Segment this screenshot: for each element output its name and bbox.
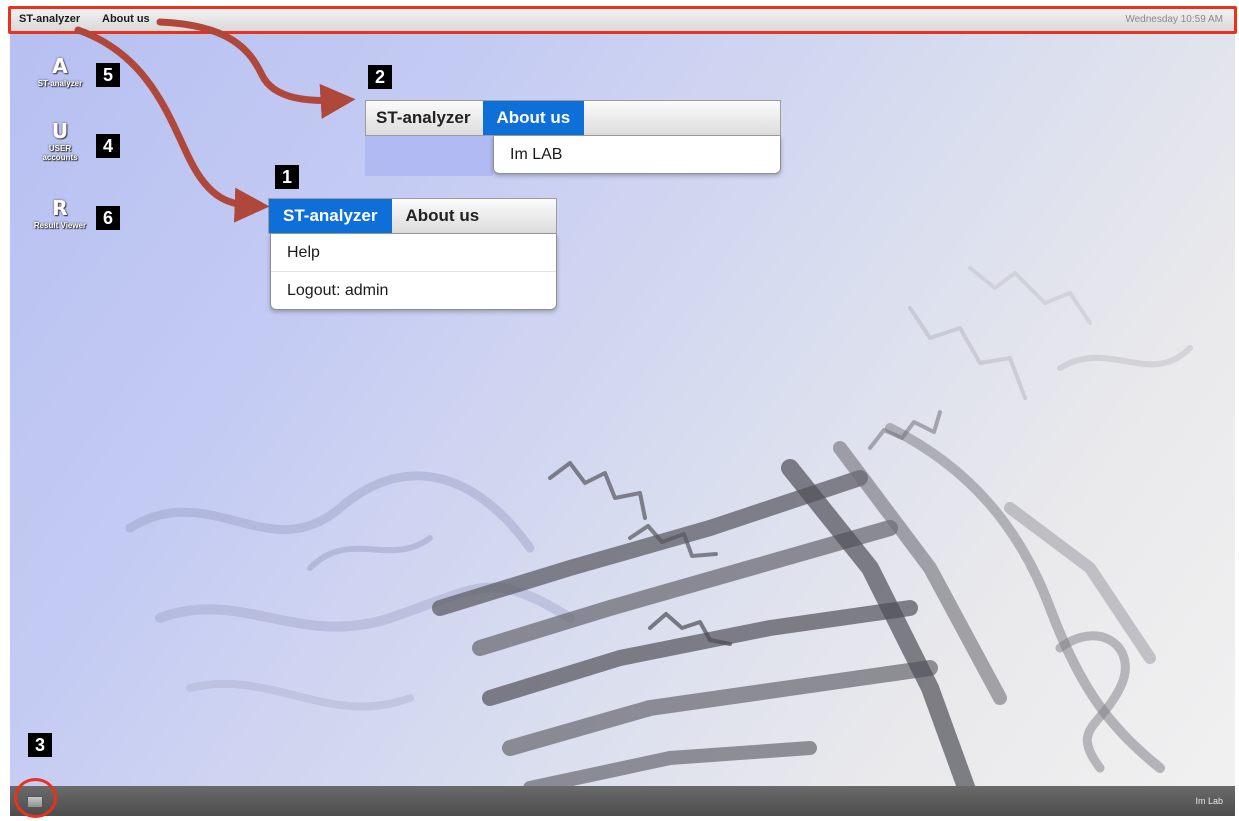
menu-item-logout[interactable]: Logout: admin <box>271 272 556 309</box>
tab-about-us[interactable]: About us <box>392 199 494 233</box>
callout-badge-1: 1 <box>275 165 299 189</box>
desktop-icon-label: USER accounts <box>42 144 78 162</box>
menu-backdrop <box>365 136 493 176</box>
user-accounts-icon: U <box>51 119 69 143</box>
taskbar-brand: Im Lab <box>1195 796 1223 806</box>
about-us-dropdown: Im LAB <box>493 136 781 174</box>
callout-menu-tabs: ST-analyzer About us <box>268 198 557 234</box>
callout-badge-4: 4 <box>96 134 120 158</box>
st-analyzer-icon: A <box>52 54 68 78</box>
desktop-icon-result-viewer[interactable]: R Result Viewer <box>25 197 95 230</box>
bottom-taskbar: Im Lab <box>10 786 1235 816</box>
callout-badge-6: 6 <box>96 206 120 230</box>
result-viewer-icon: R <box>52 196 68 220</box>
desktop-icon-label: Result Viewer <box>33 221 87 230</box>
taskbar-highlight-ring <box>14 778 57 818</box>
tab-st-analyzer[interactable]: ST-analyzer <box>269 199 392 233</box>
callout-badge-3: 3 <box>28 733 52 757</box>
callout-menu-about-us: ST-analyzer About us Im LAB <box>365 100 781 178</box>
desktop-icon-st-analyzer[interactable]: A ST-analyzer <box>25 55 95 88</box>
callout-badge-5: 5 <box>96 63 120 87</box>
callout-menu-st-analyzer: ST-analyzer About us Help Logout: admin <box>268 198 557 311</box>
menu-item-im-lab[interactable]: Im LAB <box>494 136 780 173</box>
tab-about-us[interactable]: About us <box>482 101 585 135</box>
desktop-icon-label: ST-analyzer <box>37 79 83 88</box>
st-analyzer-dropdown: Help Logout: admin <box>270 234 557 310</box>
menubar-highlight-box <box>8 6 1237 34</box>
menu-item-help[interactable]: Help <box>271 234 556 272</box>
callout-menu-tabs: ST-analyzer About us <box>365 100 781 136</box>
desktop-icon-user-accounts[interactable]: U USER accounts <box>25 120 95 162</box>
callout-badge-2: 2 <box>368 65 392 89</box>
tab-st-analyzer[interactable]: ST-analyzer <box>366 101 483 135</box>
